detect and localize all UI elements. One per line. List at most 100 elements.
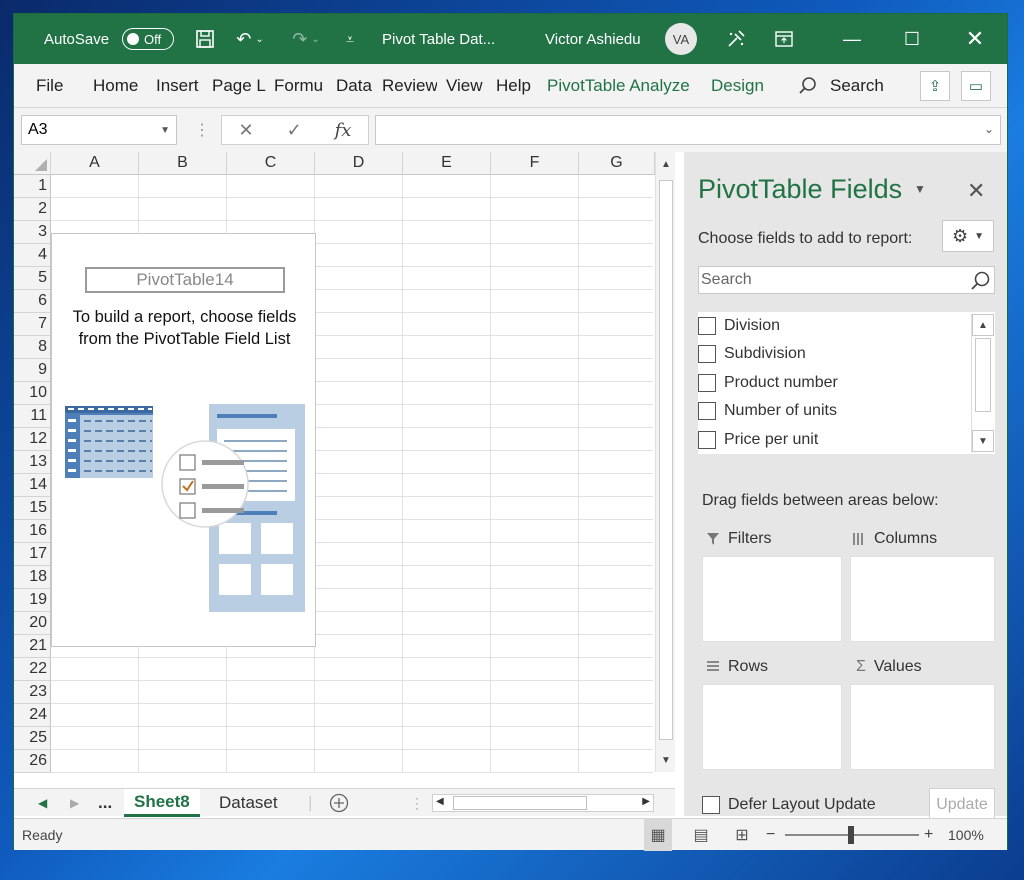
row-header[interactable]: 25 — [14, 727, 51, 750]
page-layout-view-icon[interactable]: ▤ — [687, 819, 715, 851]
field-item[interactable]: Product number — [698, 369, 838, 397]
scroll-tabs-right-icon[interactable]: ▶ — [70, 789, 79, 817]
field-scroll-thumb[interactable] — [975, 338, 991, 412]
close-pane-icon[interactable]: ✕ — [967, 178, 985, 204]
rows-drop-area[interactable] — [702, 684, 842, 770]
checkbox-icon[interactable] — [698, 345, 716, 363]
row-header[interactable]: 19 — [14, 589, 51, 612]
undo-icon[interactable]: ↶ ⌄ — [230, 14, 270, 64]
comments-icon[interactable]: ▭ — [961, 71, 991, 101]
row-header[interactable]: 26 — [14, 750, 51, 773]
tab-file[interactable]: File — [36, 64, 68, 108]
row-header[interactable]: 2 — [14, 198, 51, 221]
row-header[interactable]: 20 — [14, 612, 51, 635]
field-list-scrollbar[interactable]: ▲ ▼ — [971, 314, 994, 452]
checkbox-icon[interactable] — [698, 431, 716, 449]
normal-view-icon[interactable]: ▦ — [644, 819, 672, 851]
name-box[interactable]: A3 ▼ — [21, 115, 177, 145]
checkbox-icon[interactable] — [698, 374, 716, 392]
row-header[interactable]: 24 — [14, 704, 51, 727]
minimize-icon[interactable]: — — [838, 14, 866, 64]
field-item[interactable]: Number of units — [698, 397, 837, 425]
checkbox-icon[interactable] — [698, 317, 716, 335]
row-header[interactable]: 17 — [14, 543, 51, 566]
scroll-down-icon[interactable]: ▼ — [972, 430, 994, 452]
enter-icon[interactable]: ✓ — [287, 120, 302, 141]
field-item[interactable]: Price per unit — [698, 426, 818, 454]
tab-formulas[interactable]: Formu — [274, 64, 330, 108]
tab-insert[interactable]: Insert — [156, 64, 204, 108]
tools-button[interactable]: ⚙ ▼ — [942, 220, 994, 252]
save-icon[interactable] — [192, 14, 218, 64]
row-header[interactable]: 7 — [14, 313, 51, 336]
filters-drop-area[interactable] — [702, 556, 842, 642]
field-item[interactable]: Division — [698, 312, 780, 340]
customize-qat-icon[interactable]: ⩡ — [340, 14, 360, 64]
column-header[interactable]: A — [51, 152, 139, 175]
tab-pivottable-analyze[interactable]: PivotTable Analyze — [547, 64, 705, 108]
zoom-in-icon[interactable]: + — [924, 819, 933, 851]
row-header[interactable]: 22 — [14, 658, 51, 681]
tab-help[interactable]: Help — [496, 64, 538, 108]
row-header[interactable]: 12 — [14, 428, 51, 451]
row-header[interactable]: 21 — [14, 635, 51, 658]
redo-icon[interactable]: ↷ ⌄ — [286, 14, 326, 64]
row-header[interactable]: 3 — [14, 221, 51, 244]
share-icon[interactable]: ⇪ — [920, 71, 950, 101]
row-header[interactable]: 18 — [14, 566, 51, 589]
page-break-view-icon[interactable]: ⊞ — [728, 819, 756, 851]
zoom-slider-knob[interactable] — [848, 826, 854, 844]
checkbox-icon[interactable] — [698, 402, 716, 420]
row-header[interactable]: 10 — [14, 382, 51, 405]
row-header[interactable]: 16 — [14, 520, 51, 543]
autosave-toggle[interactable]: Off — [122, 14, 174, 64]
sheet-tab-dataset[interactable]: Dataset — [219, 789, 278, 817]
scroll-left-icon[interactable]: ◀ — [436, 796, 444, 807]
close-icon[interactable]: ✕ — [961, 14, 989, 64]
column-header[interactable]: F — [491, 152, 579, 175]
tab-home[interactable]: Home — [93, 64, 145, 108]
formula-input[interactable]: ⌄ — [375, 115, 1001, 145]
cancel-icon[interactable]: ✕ — [238, 120, 253, 141]
zoom-level[interactable]: 100% — [948, 819, 984, 851]
split-handle-icon[interactable]: ⋮ — [410, 789, 424, 817]
scroll-right-icon[interactable]: ▶ — [642, 796, 650, 807]
update-button[interactable]: Update — [929, 788, 995, 822]
column-header[interactable]: E — [403, 152, 491, 175]
sheet-tab-sheet8[interactable]: Sheet8 — [124, 789, 200, 817]
row-header[interactable]: 13 — [14, 451, 51, 474]
defer-layout-update[interactable]: Defer Layout Update — [702, 796, 876, 814]
ribbon-display-icon[interactable] — [770, 14, 798, 64]
checkbox-icon[interactable] — [702, 796, 720, 814]
scroll-tabs-left-icon[interactable]: ◀ — [38, 789, 47, 817]
row-header[interactable]: 14 — [14, 474, 51, 497]
pane-options-icon[interactable]: ▼ — [914, 182, 926, 196]
pivot-placeholder[interactable]: PivotTable14 To build a report, choose f… — [51, 233, 316, 647]
field-item[interactable]: Subdivision — [698, 340, 806, 368]
row-header[interactable]: 23 — [14, 681, 51, 704]
insert-function-icon[interactable]: fx — [335, 120, 352, 141]
column-header[interactable]: B — [139, 152, 227, 175]
row-header[interactable]: 8 — [14, 336, 51, 359]
more-sheets-ellipsis[interactable]: ... — [98, 789, 112, 817]
scroll-thumb[interactable] — [659, 180, 673, 740]
tab-view[interactable]: View — [446, 64, 488, 108]
column-header[interactable]: G — [579, 152, 655, 175]
ribbon-search[interactable]: Search — [798, 64, 894, 108]
tab-data[interactable]: Data — [336, 64, 376, 108]
scroll-down-icon[interactable]: ▼ — [656, 750, 676, 770]
tab-design[interactable]: Design — [711, 64, 771, 108]
row-header[interactable]: 4 — [14, 244, 51, 267]
zoom-out-icon[interactable]: − — [766, 819, 775, 851]
user-name[interactable]: Victor Ashiedu — [545, 14, 641, 64]
scroll-up-icon[interactable]: ▲ — [656, 154, 676, 174]
columns-drop-area[interactable] — [850, 556, 995, 642]
expand-formula-icon[interactable]: ⌄ — [984, 122, 994, 136]
row-header[interactable]: 6 — [14, 290, 51, 313]
row-header[interactable]: 15 — [14, 497, 51, 520]
drag-handle-icon[interactable]: ⋮ — [194, 120, 210, 140]
scroll-up-icon[interactable]: ▲ — [972, 314, 994, 336]
avatar[interactable]: VA — [665, 23, 697, 55]
coauthor-icon[interactable] — [722, 14, 750, 64]
add-sheet-icon[interactable] — [328, 789, 350, 817]
